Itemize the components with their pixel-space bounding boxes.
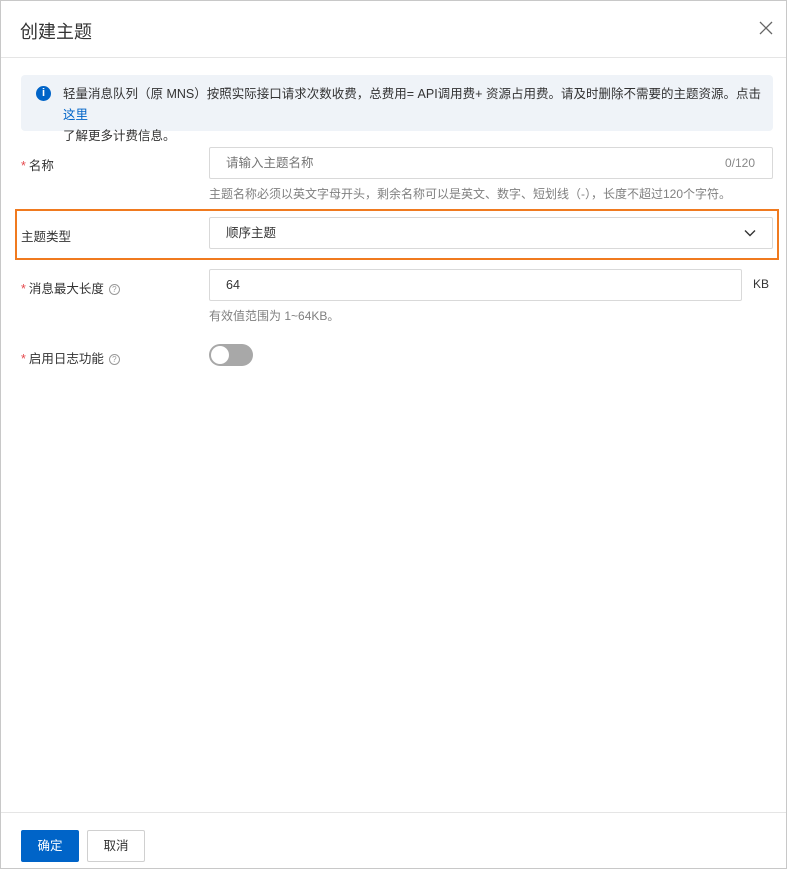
dialog-header: 创建主题 [1,1,786,58]
chevron-down-icon [744,230,756,237]
max-size-unit: KB [753,277,770,291]
name-counter: 0/120 [725,156,756,170]
topic-type-value: 顺序主题 [226,226,277,240]
dialog-title: 创建主题 [20,22,92,42]
info-icon: i [36,86,51,101]
cancel-button[interactable]: 取消 [87,830,145,862]
ok-button[interactable]: 确定 [21,830,79,862]
type-label: 主题类型 [21,230,72,244]
max-size-input[interactable]: 64 [209,269,742,301]
billing-notice: i 轻量消息队列（原 MNS）按照实际接口请求次数收费，总费用= API调用费+… [21,75,773,143]
notice-text: 轻量消息队列（原 MNS）按照实际接口请求次数收费，总费用= API调用费+ 资… [63,87,761,101]
logging-toggle[interactable] [209,344,253,366]
toggle-knob [211,346,229,364]
help-icon[interactable]: ? [108,354,120,366]
max-size-label: * 消息最大长度? [21,278,120,297]
max-size-help: 有效值范围为 1~64KB。 [209,309,340,323]
topic-type-select[interactable]: 顺序主题 [209,217,773,249]
name-help: 主题名称必须以英文字母开头，剩余名称可以是英文、数字、短划线（-），长度不超过1… [209,187,732,201]
notice-text-2: 了解更多计费信息。 [63,129,176,143]
logging-label: * 启用日志功能? [21,348,120,367]
name-label: * 名称 [21,159,54,173]
close-icon[interactable] [757,19,775,37]
dialog-footer [1,812,786,813]
name-input[interactable] [209,147,773,179]
billing-link[interactable]: 这里 [63,108,88,122]
create-topic-dialog: 创建主题 i 轻量消息队列（原 MNS）按照实际接口请求次数收费，总费用= AP… [0,0,787,869]
help-icon[interactable]: ? [108,284,120,296]
